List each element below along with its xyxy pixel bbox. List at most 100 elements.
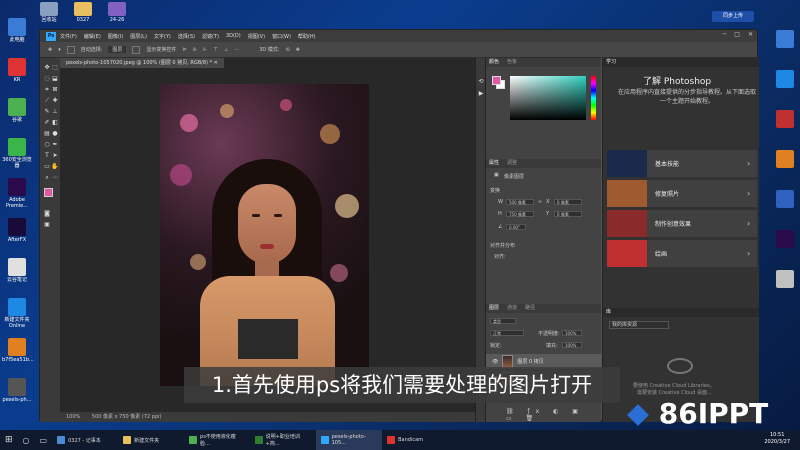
desktop-icon[interactable]: pexels-ph... xyxy=(2,378,32,403)
height-field[interactable]: 750 像素 xyxy=(506,211,534,217)
taskbar-item[interactable]: Bandicam xyxy=(382,430,448,450)
desktop-icon[interactable] xyxy=(770,30,800,49)
menu-item[interactable]: 文字(Y) xyxy=(154,33,171,40)
menu-item[interactable]: 图层(L) xyxy=(130,33,147,40)
menu-item[interactable]: 图像(I) xyxy=(108,33,123,40)
menu-item[interactable]: 视图(V) xyxy=(248,33,265,40)
align-left-icon[interactable]: ⊫ xyxy=(182,47,186,53)
desktop-icon[interactable] xyxy=(770,230,800,249)
taskbar-item[interactable]: ps不使用液化瘦脸... xyxy=(184,430,250,450)
menu-item[interactable]: 窗口(W) xyxy=(272,33,291,40)
menu-item[interactable]: 选择(S) xyxy=(178,33,195,40)
width-field[interactable]: 500 像素 xyxy=(506,199,534,205)
learn-tab[interactable]: 学习 xyxy=(606,58,616,67)
x-field[interactable]: 0 像素 xyxy=(554,199,582,205)
move-tool-icon[interactable]: ✥ xyxy=(43,64,51,71)
desktop-icon[interactable] xyxy=(770,110,800,129)
eyedropper-icon[interactable]: ⟋ xyxy=(43,97,51,104)
screen-mode-icon[interactable]: ▣ xyxy=(43,221,51,228)
align-middle-icon[interactable]: ⊥ xyxy=(224,47,228,53)
system-clock[interactable]: 10:51 2020/3/27 xyxy=(764,432,790,446)
marquee-tool-icon[interactable]: ⬚ xyxy=(51,64,59,71)
foreground-color[interactable] xyxy=(492,76,501,85)
pan-3d-icon[interactable]: ✥ xyxy=(296,47,300,53)
dodge-tool-icon[interactable]: ○ xyxy=(43,141,51,148)
close-icon[interactable]: ✕ xyxy=(748,31,753,38)
move-tool-icon[interactable]: ✥ xyxy=(48,47,52,53)
foreground-swatch[interactable] xyxy=(44,188,53,197)
desktop-icon[interactable]: KR xyxy=(2,58,32,83)
desktop-icon[interactable]: 24-26 xyxy=(102,2,132,23)
desktop-icon[interactable]: Adobe Premie... xyxy=(2,178,32,209)
path-select-icon[interactable]: ➤ xyxy=(51,152,59,159)
panel-tab[interactable]: 颜色 xyxy=(489,58,499,67)
desktop-icon[interactable]: 云谷笔记 xyxy=(2,258,32,283)
taskbar-item[interactable]: 新建文件夹 xyxy=(118,430,184,450)
layer-dropdown[interactable]: 图层 xyxy=(108,46,127,53)
layers-footer-icons[interactable]: ⛓ ƒx ◐ ▣ ▭ 🗑 xyxy=(506,408,601,422)
blend-mode-dropdown[interactable]: 正常 xyxy=(490,330,524,336)
eraser-icon[interactable]: ◧ xyxy=(51,119,59,126)
align-center-icon[interactable]: ⊪ xyxy=(193,47,197,53)
stamp-tool-icon[interactable]: ⊥ xyxy=(51,108,59,115)
desktop-icon[interactable]: 回收站 xyxy=(34,2,64,23)
distribute-icon[interactable]: ⋯ xyxy=(234,47,239,53)
history-panel-icon[interactable]: ⟲ xyxy=(477,78,485,85)
menu-item[interactable]: 文件(F) xyxy=(60,33,77,40)
library-dropdown[interactable]: 我的库资源 xyxy=(609,321,669,329)
learn-card[interactable]: 基本技能 › xyxy=(607,150,757,177)
sync-upload-button[interactable]: 同步上传 xyxy=(712,11,754,22)
frame-tool-icon[interactable]: ⊠ xyxy=(51,86,59,93)
actions-panel-icon[interactable]: ▶ xyxy=(477,90,485,97)
desktop-icon[interactable] xyxy=(770,150,800,169)
zoom-tool-icon[interactable]: ⌕ xyxy=(43,174,51,181)
library-tab[interactable]: 库 xyxy=(606,308,611,317)
align-right-icon[interactable]: ⊩ xyxy=(203,47,207,53)
align-top-icon[interactable]: ⊤ xyxy=(214,47,218,53)
zoom-level[interactable]: 100% xyxy=(66,414,80,420)
blur-tool-icon[interactable]: ● xyxy=(51,130,59,137)
menu-item[interactable]: 编辑(E) xyxy=(84,33,101,40)
learn-card[interactable]: 修复照片 › xyxy=(607,180,757,207)
taskbar-item[interactable]: 说明+职业培训+简... xyxy=(250,430,316,450)
desktop-icon[interactable] xyxy=(770,190,800,209)
image-canvas[interactable] xyxy=(160,84,369,386)
fill-field[interactable]: 100% xyxy=(562,342,582,348)
panel-tab[interactable]: 色板 xyxy=(507,58,517,67)
close-tab-icon[interactable]: ✕ xyxy=(214,60,218,66)
taskbar-item[interactable]: pexels-photo-105... xyxy=(316,430,383,450)
start-button[interactable]: ⊞ xyxy=(0,430,18,450)
gradient-icon[interactable]: ▤ xyxy=(43,130,51,137)
learn-card[interactable]: 制作创意效果 › xyxy=(607,210,757,237)
hand-tool-icon[interactable]: ✋ xyxy=(51,163,59,170)
document-tab[interactable]: pexels-photo-1057020.jpeg @ 100% (图层 0 拷… xyxy=(60,58,224,68)
learn-card[interactable]: 绘画 › xyxy=(607,240,757,267)
desktop-icon[interactable]: 新建文件夹 Online xyxy=(2,298,32,329)
hue-slider[interactable] xyxy=(591,76,596,120)
panel-tab[interactable]: 通道 xyxy=(507,304,517,313)
desktop-icon[interactable]: b7f5ea51b... xyxy=(2,338,34,363)
brush-tool-icon[interactable]: ✎ xyxy=(43,108,51,115)
desktop-icon[interactable]: 360安全浏览器 xyxy=(2,138,32,169)
panel-tab[interactable]: 路径 xyxy=(525,304,535,313)
desktop-icon[interactable]: 此电脑 xyxy=(2,18,32,43)
visibility-eye-icon[interactable]: 👁 xyxy=(492,359,498,365)
link-icon[interactable]: ∞ xyxy=(538,199,542,205)
crop-tool-icon[interactable]: ⌗ xyxy=(43,86,51,93)
opacity-field[interactable]: 100% xyxy=(562,330,582,336)
desktop-icon[interactable] xyxy=(770,270,800,289)
panel-tab[interactable]: 属性 xyxy=(489,159,499,168)
layer-filter-dropdown[interactable]: 类型 xyxy=(490,318,516,324)
maximize-icon[interactable]: □ xyxy=(734,31,740,38)
desktop-icon[interactable]: 谷歌 xyxy=(2,98,32,123)
minimize-icon[interactable]: ─ xyxy=(723,31,727,38)
type-tool-icon[interactable]: T xyxy=(43,152,51,159)
healing-icon[interactable]: ✚ xyxy=(51,97,59,104)
menu-item[interactable]: 帮助(H) xyxy=(298,33,316,40)
quick-select-icon[interactable]: ⬓ xyxy=(51,75,59,82)
quick-mask-icon[interactable]: ◙ xyxy=(43,210,51,217)
desktop-icon[interactable]: AfterFX xyxy=(2,218,32,243)
menu-item[interactable]: 3D(D) xyxy=(226,33,241,40)
task-view-icon[interactable]: ▭ xyxy=(35,430,53,450)
angle-field[interactable]: 0.00° xyxy=(506,224,526,230)
